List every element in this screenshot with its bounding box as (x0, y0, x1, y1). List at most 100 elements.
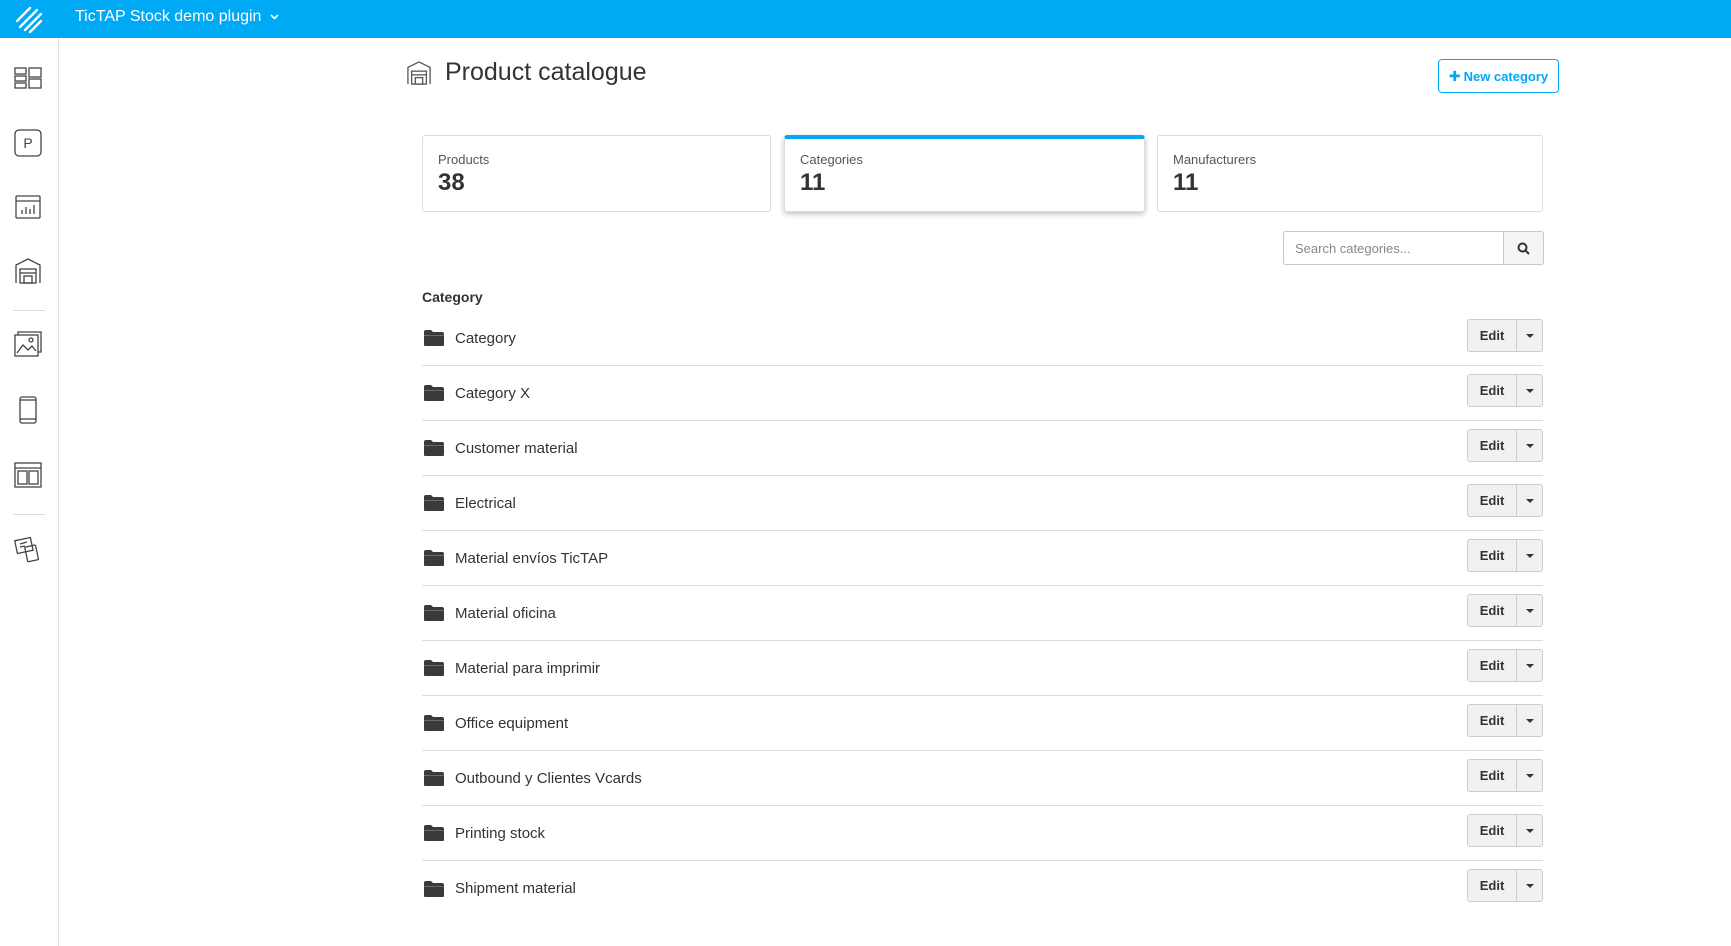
layout-icon (14, 462, 42, 488)
row-dropdown-button[interactable] (1517, 869, 1543, 902)
warehouse-icon (15, 258, 41, 284)
caret-down-icon (1525, 388, 1534, 393)
stat-value: 38 (438, 169, 465, 196)
row-actions: Edit (1467, 374, 1543, 407)
row-dropdown-button[interactable] (1517, 484, 1543, 517)
caret-down-icon (1525, 443, 1534, 448)
category-name[interactable]: Printing stock (455, 825, 545, 842)
new-category-button[interactable]: ✚ New category (1438, 59, 1559, 93)
sidebar-item-p[interactable]: P (12, 127, 44, 159)
tictap-logo-icon[interactable] (14, 4, 44, 34)
stat-value: 11 (800, 169, 826, 196)
stat-label: Products (438, 152, 490, 167)
list-item[interactable]: Category Edit (422, 311, 1543, 366)
row-actions: Edit (1467, 429, 1543, 462)
sidebar-item-gallery[interactable] (12, 328, 44, 360)
edit-button[interactable]: Edit (1467, 374, 1517, 407)
edit-button[interactable]: Edit (1467, 319, 1517, 352)
category-name[interactable]: Material envíos TicTAP (455, 550, 608, 567)
list-item[interactable]: Electrical Edit (422, 476, 1543, 531)
search-bar (1283, 231, 1544, 265)
stat-card-categories[interactable]: Categories 11 (784, 135, 1145, 212)
folder-icon (424, 770, 444, 786)
warehouse-icon (407, 60, 431, 85)
folder-icon (424, 660, 444, 676)
sidebar-divider (13, 514, 45, 515)
row-actions: Edit (1467, 594, 1543, 627)
category-name[interactable]: Category X (455, 385, 530, 402)
folder-icon (424, 440, 444, 456)
list-item[interactable]: Shipment material Edit (422, 861, 1543, 916)
folder-icon (424, 385, 444, 401)
stat-card-products[interactable]: Products 38 (422, 135, 771, 212)
devices-icon (14, 536, 39, 563)
search-input[interactable] (1283, 231, 1504, 265)
edit-button[interactable]: Edit (1467, 539, 1517, 572)
list-item[interactable]: Material para imprimir Edit (422, 641, 1543, 696)
edit-button[interactable]: Edit (1467, 869, 1517, 902)
list-item[interactable]: Outbound y Clientes Vcards Edit (422, 751, 1543, 806)
category-name[interactable]: Electrical (455, 495, 516, 512)
app-switcher[interactable]: TicTAP Stock demo plugin (75, 8, 279, 26)
caret-down-icon (1525, 333, 1534, 338)
edit-button[interactable]: Edit (1467, 759, 1517, 792)
edit-button[interactable]: Edit (1467, 484, 1517, 517)
row-actions: Edit (1467, 319, 1543, 352)
row-actions: Edit (1467, 539, 1543, 572)
chart-icon (15, 195, 41, 219)
list-item[interactable]: Printing stock Edit (422, 806, 1543, 861)
list-item[interactable]: Office equipment Edit (422, 696, 1543, 751)
mobile-phone-icon (19, 396, 37, 424)
edit-button[interactable]: Edit (1467, 594, 1517, 627)
edit-button[interactable]: Edit (1467, 704, 1517, 737)
sidebar-item-dashboard[interactable] (12, 62, 44, 94)
row-actions: Edit (1467, 869, 1543, 902)
list-item[interactable]: Customer material Edit (422, 421, 1543, 476)
category-name[interactable]: Material oficina (455, 605, 556, 622)
category-name[interactable]: Office equipment (455, 715, 568, 732)
stat-card-manufacturers[interactable]: Manufacturers 11 (1157, 135, 1543, 212)
caret-down-icon (1525, 553, 1534, 558)
category-name[interactable]: Category (455, 330, 516, 347)
sidebar-item-devices[interactable] (12, 534, 44, 566)
category-name[interactable]: Material para imprimir (455, 660, 600, 677)
caret-down-icon (1525, 718, 1534, 723)
category-name[interactable]: Customer material (455, 440, 578, 457)
row-dropdown-button[interactable] (1517, 539, 1543, 572)
row-dropdown-button[interactable] (1517, 429, 1543, 462)
row-dropdown-button[interactable] (1517, 759, 1543, 792)
search-button[interactable] (1504, 231, 1544, 265)
row-actions: Edit (1467, 814, 1543, 847)
folder-icon (424, 825, 444, 841)
row-dropdown-button[interactable] (1517, 374, 1543, 407)
edit-button[interactable]: Edit (1467, 649, 1517, 682)
row-dropdown-button[interactable] (1517, 319, 1543, 352)
top-bar: TicTAP Stock demo plugin (0, 0, 1731, 38)
list-item[interactable]: Material oficina Edit (422, 586, 1543, 641)
plus-icon: ✚ (1448, 67, 1461, 84)
edit-button[interactable]: Edit (1467, 814, 1517, 847)
row-dropdown-button[interactable] (1517, 594, 1543, 627)
sidebar-divider (13, 310, 45, 311)
p-badge-text: P (23, 135, 32, 151)
row-dropdown-button[interactable] (1517, 649, 1543, 682)
category-name[interactable]: Outbound y Clientes Vcards (455, 770, 642, 787)
page-title: Product catalogue (445, 58, 647, 86)
sidebar-item-mobile[interactable] (12, 394, 44, 426)
sidebar-item-reports[interactable] (12, 191, 44, 223)
sidebar-item-warehouse[interactable] (12, 255, 44, 287)
new-category-label: New category (1463, 68, 1549, 84)
row-actions: Edit (1467, 704, 1543, 737)
caret-down-icon (1525, 663, 1534, 668)
list-header: Category (422, 289, 483, 305)
list-item[interactable]: Category X Edit (422, 366, 1543, 421)
folder-icon (424, 550, 444, 566)
sidebar-item-layouts[interactable] (12, 459, 44, 491)
row-dropdown-button[interactable] (1517, 704, 1543, 737)
row-actions: Edit (1467, 649, 1543, 682)
row-dropdown-button[interactable] (1517, 814, 1543, 847)
category-name[interactable]: Shipment material (455, 880, 576, 897)
list-item[interactable]: Material envíos TicTAP Edit (422, 531, 1543, 586)
edit-button[interactable]: Edit (1467, 429, 1517, 462)
chevron-down-icon (270, 14, 279, 20)
